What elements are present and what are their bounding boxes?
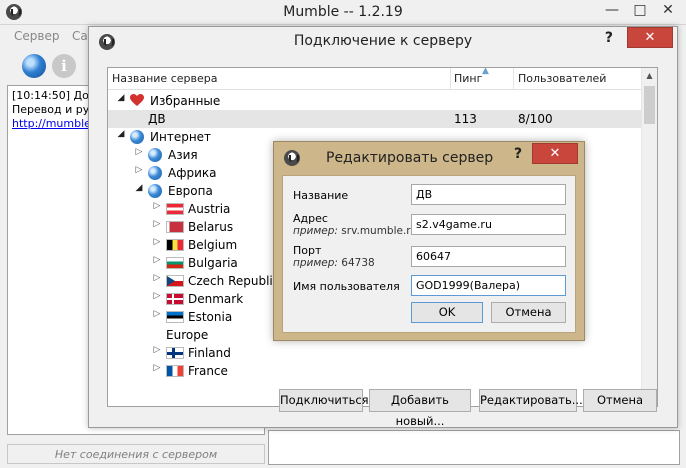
tree-item-label: France — [188, 364, 228, 378]
globe-icon — [148, 166, 162, 180]
name-label: Название — [293, 189, 349, 202]
collapse-icon[interactable]: ◢ — [116, 93, 126, 103]
cancel-button[interactable]: Отмена — [583, 389, 657, 412]
add-new-button[interactable]: Добавить новый... — [369, 389, 471, 428]
mumble-logo-icon — [284, 150, 300, 166]
tree-item[interactable]: ▷ France — [108, 362, 643, 380]
edit-cancel-button[interactable]: Отмена — [491, 302, 566, 323]
tree-scrollbar[interactable]: ▲ ▼ — [641, 68, 657, 406]
menu-server[interactable]: Сервер — [14, 29, 59, 43]
maximize-icon[interactable]: □ — [626, 0, 654, 22]
connect-close-icon[interactable]: ✕ — [627, 27, 673, 48]
username-label: Имя пользователя — [293, 280, 400, 293]
collapse-icon[interactable]: ◢ — [116, 129, 126, 139]
ping-value: 113 — [454, 112, 477, 126]
tree-item-label: Belarus — [188, 220, 234, 234]
port-label: Порт — [293, 244, 322, 257]
tree-item-label: Finland — [188, 346, 231, 360]
finland-flag-icon — [166, 347, 184, 359]
expand-icon[interactable]: ▷ — [134, 165, 144, 175]
main-toolbar: i — [0, 48, 90, 84]
edit-close-icon[interactable]: ✕ — [532, 143, 578, 164]
czech-flag-icon — [166, 275, 184, 287]
edit-button[interactable]: Редактировать... — [479, 389, 583, 412]
tree-item-label: Bulgaria — [188, 256, 238, 270]
globe-icon — [130, 130, 144, 144]
expand-icon[interactable]: ▷ — [134, 147, 144, 157]
sort-ascending-icon: ▲ — [482, 67, 489, 76]
col-ping[interactable]: Пинг — [454, 72, 482, 85]
belarus-flag-icon — [166, 221, 184, 233]
tree-item[interactable]: ДВ 113 8/100 — [108, 110, 643, 128]
tree-item-label: Denmark — [188, 292, 244, 306]
globe-icon — [148, 184, 162, 198]
estonia-flag-icon — [166, 311, 184, 323]
tree-item-label: ДВ — [148, 112, 166, 126]
main-close-icon[interactable]: ✕ — [654, 0, 682, 22]
tree-item-label: Austria — [188, 202, 231, 216]
expand-icon[interactable]: ▷ — [152, 219, 162, 229]
expand-icon[interactable]: ▷ — [152, 255, 162, 265]
col-users[interactable]: Пользователей — [518, 72, 606, 85]
name-field[interactable]: ДВ — [411, 184, 566, 205]
france-flag-icon — [166, 365, 184, 377]
austria-flag-icon — [166, 203, 184, 215]
scroll-up-icon[interactable]: ▲ — [642, 68, 657, 84]
tree-item-label: Belgium — [188, 238, 238, 252]
expand-icon[interactable]: ▷ — [152, 309, 162, 319]
connect-globe-icon[interactable] — [22, 54, 46, 78]
tree-item-label: Estonia — [188, 310, 233, 324]
tree-group[interactable]: ◢ Избранные — [108, 92, 643, 110]
port-hint: пример: 64738 — [293, 257, 375, 269]
connect-button[interactable]: Подключиться — [279, 389, 369, 412]
menu-bar: Сервер Са — [0, 26, 90, 46]
status-bar: Нет соединения с сервером — [7, 444, 265, 464]
denmark-flag-icon — [166, 293, 184, 305]
connection-status: Нет соединения с сервером — [54, 448, 218, 461]
ok-button[interactable]: OK — [411, 302, 483, 323]
expand-icon[interactable]: ▷ — [152, 273, 162, 283]
edit-server-dialog: Редактировать сервер ? ✕ Название ДВ Адр… — [273, 141, 585, 341]
edit-dialog-title: Редактировать сервер — [326, 150, 494, 166]
help-icon[interactable]: ? — [605, 30, 613, 46]
address-hint: пример: srv.mumble.ru — [293, 225, 418, 237]
tree-item-label: Европа — [168, 184, 213, 198]
minimize-icon[interactable]: — — [598, 0, 626, 22]
help-icon[interactable]: ? — [514, 146, 522, 162]
col-server-name[interactable]: Название сервера — [112, 72, 217, 85]
belgium-flag-icon — [166, 239, 184, 251]
expand-icon[interactable]: ▷ — [152, 201, 162, 211]
edit-form: Название ДВ Адрес пример: srv.mumble.ru … — [282, 175, 576, 333]
chat-input-pane[interactable] — [268, 430, 680, 465]
tree-item-label: Czech Republic — [188, 274, 280, 288]
bulgaria-flag-icon — [166, 257, 184, 269]
address-field[interactable]: s2.v4game.ru — [411, 214, 566, 235]
users-value: 8/100 — [518, 112, 553, 126]
tree-item[interactable]: ▷ Finland — [108, 344, 643, 362]
tree-header: Название сервера Пинг ▲ Пользователей — [108, 68, 643, 90]
address-label: Адрес — [293, 212, 328, 225]
expand-icon[interactable]: ▷ — [152, 345, 162, 355]
heart-icon — [130, 94, 144, 106]
username-field[interactable]: GOD1999(Валера) — [411, 275, 566, 296]
tree-item-label: Африка — [168, 166, 217, 180]
scroll-thumb[interactable] — [644, 86, 655, 124]
expand-icon[interactable]: ▷ — [152, 237, 162, 247]
tree-item-label: Избранные — [150, 94, 221, 108]
main-window-title: Mumble -- 1.2.19 — [283, 4, 403, 20]
globe-icon — [148, 148, 162, 162]
port-field[interactable]: 60647 — [411, 246, 566, 267]
expand-icon[interactable]: ▷ — [152, 291, 162, 301]
tree-item-label: Азия — [168, 148, 198, 162]
tree-item-label: Интернет — [150, 130, 212, 144]
menu-second[interactable]: Са — [72, 29, 88, 43]
tree-item-label: Europe — [166, 328, 209, 342]
collapse-icon[interactable]: ◢ — [134, 183, 144, 193]
info-icon[interactable]: i — [52, 54, 76, 78]
main-titlebar: Mumble -- 1.2.19 — □ ✕ — [0, 0, 686, 25]
connect-dialog-title: Подключение к серверу — [293, 33, 473, 49]
expand-icon[interactable]: ▷ — [152, 363, 162, 373]
